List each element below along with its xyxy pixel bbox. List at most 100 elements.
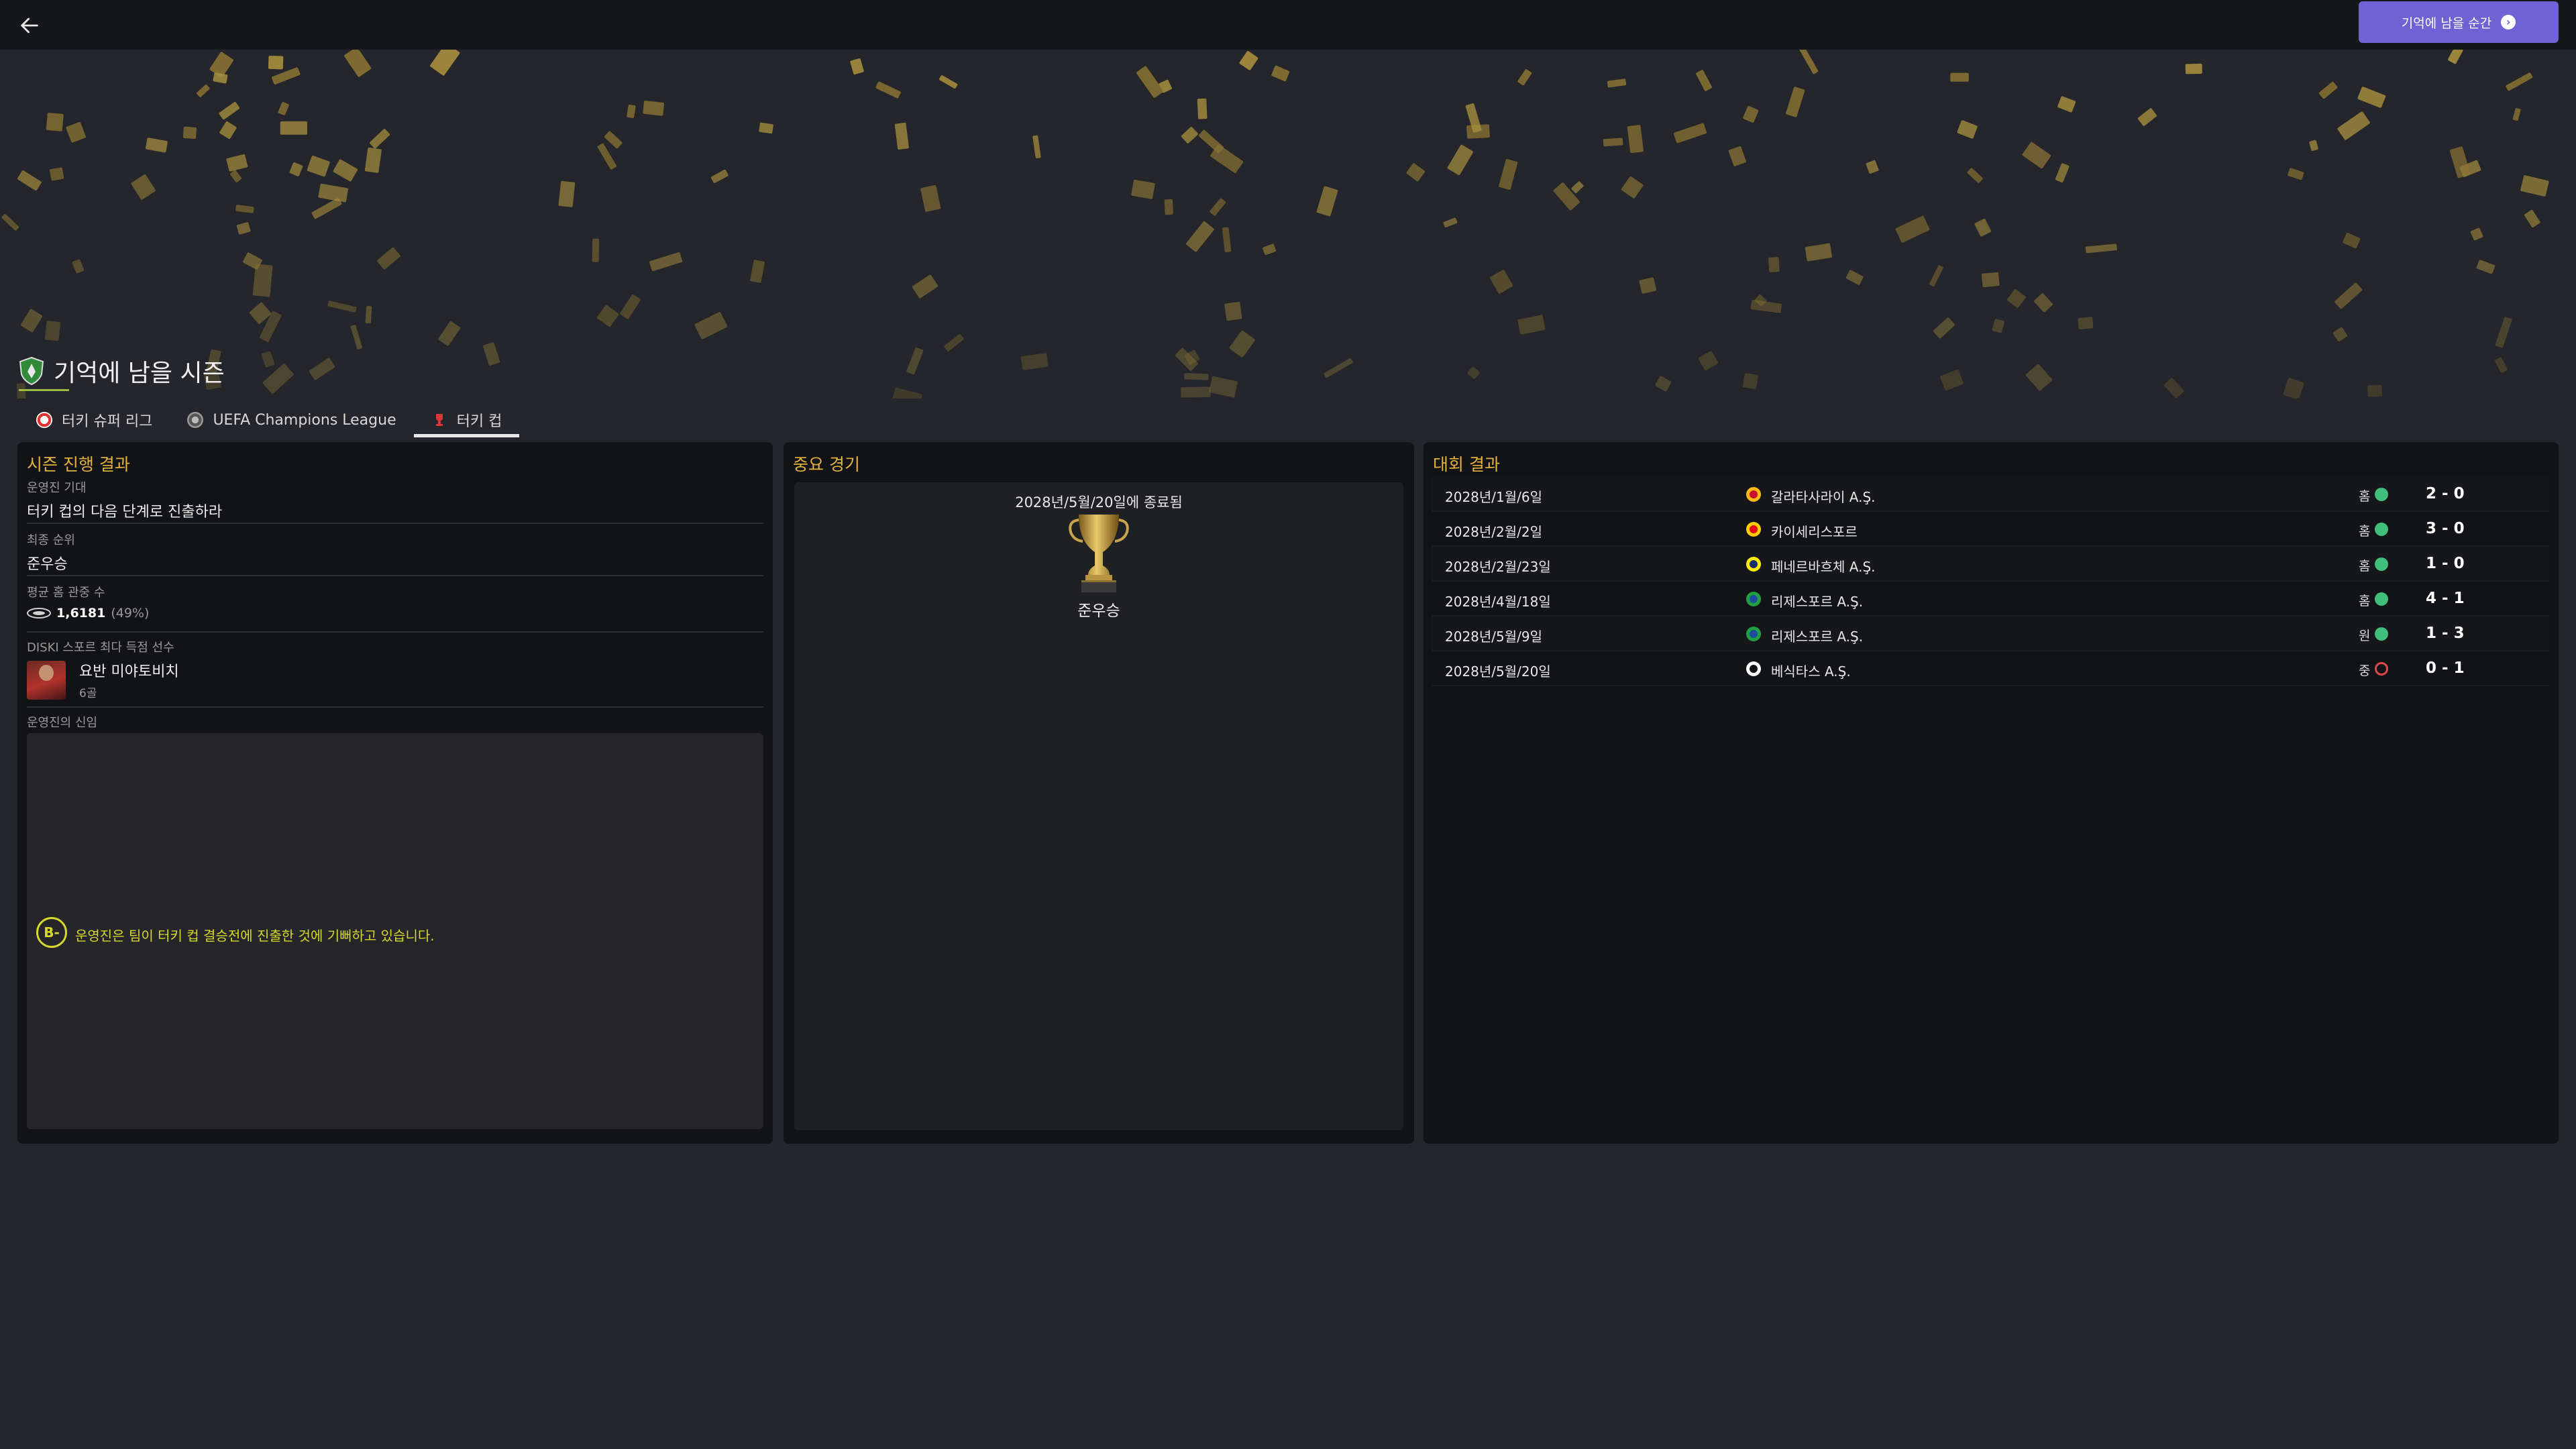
- table-row[interactable]: 2028년/2월/2일 카이세리스포르 홈 3 - 0: [1432, 512, 2549, 547]
- competition-tabs: 터키 슈퍼 리그 UEFA Champions League 터키 컵: [19, 402, 520, 437]
- table-row[interactable]: 2028년/5월/9일 리제스포르 A.Ş. 원 1 - 3: [1432, 616, 2549, 651]
- opponent-name[interactable]: 페네르바흐체 A.Ş.: [1771, 556, 1876, 576]
- confetti-piece: [1263, 244, 1277, 256]
- field-label: 최종 순위: [27, 533, 75, 547]
- confetti-piece: [1728, 146, 1746, 166]
- confetti-piece: [1698, 351, 1719, 371]
- confetti-piece: [944, 333, 964, 352]
- arrow-left-icon: [21, 17, 38, 34]
- confetti-piece: [1447, 144, 1473, 175]
- final-position: 최종 순위 준우승: [27, 531, 763, 574]
- player-photo: [27, 660, 66, 700]
- confetti-piece: [311, 198, 342, 219]
- confetti-piece: [1198, 129, 1224, 154]
- confetti-piece: [261, 351, 275, 368]
- match-venue: 중: [2359, 663, 2371, 678]
- match-score[interactable]: 3 - 0: [2426, 520, 2465, 537]
- board-confidence: 운영진의 신임: [27, 713, 763, 731]
- confetti-piece: [318, 183, 348, 203]
- confetti-background: [0, 50, 2576, 398]
- confetti-piece: [1743, 106, 1759, 123]
- confetti-piece: [268, 56, 284, 70]
- table-row[interactable]: 2028년/4월/18일 리제스포르 A.Ş. 홈 4 - 1: [1432, 582, 2549, 616]
- confetti-piece: [1768, 257, 1780, 272]
- confetti-piece: [17, 170, 42, 191]
- opponent-name[interactable]: 베식타스 A.Ş.: [1771, 661, 1851, 680]
- confetti-piece: [2163, 378, 2184, 398]
- confetti-piece: [1974, 219, 1991, 237]
- confetti-piece: [1210, 198, 1226, 216]
- back-button[interactable]: [15, 12, 44, 39]
- confetti-piece: [1805, 243, 1832, 262]
- table-row[interactable]: 2028년/1월/6일 갈라타사라이 A.Ş. 홈 2 - 0: [1432, 477, 2549, 512]
- confetti-piece: [2283, 378, 2304, 398]
- confetti-piece: [1950, 72, 1969, 82]
- match-score[interactable]: 2 - 0: [2426, 485, 2465, 502]
- confetti-piece: [50, 167, 64, 181]
- confetti-piece: [1175, 347, 1199, 371]
- confetti-piece: [894, 122, 909, 150]
- confetti-piece: [2470, 227, 2483, 241]
- opponent-name[interactable]: 리제스포르 A.Ş.: [1771, 626, 1863, 645]
- confetti-piece: [236, 222, 251, 235]
- opponent-name[interactable]: 갈라타사라이 A.Ş.: [1771, 486, 1876, 506]
- confetti-piece: [1020, 353, 1049, 370]
- player-name[interactable]: 요반 미야토비치: [79, 659, 179, 681]
- board-grade-badge: B-: [36, 917, 67, 948]
- table-row[interactable]: 2028년/5월/20일 베식타스 A.Ş. 중 0 - 1: [1432, 651, 2549, 686]
- match-score[interactable]: 1 - 3: [2426, 625, 2465, 642]
- competition-results-panel: 대회 결과 2028년/1월/6일 갈라타사라이 A.Ş. 홈 2 - 0 2028년/…: [1424, 442, 2559, 1144]
- tab-turkish-cup[interactable]: 터키 컵: [413, 402, 520, 437]
- match-date: 2028년/1월/6일: [1445, 489, 1543, 505]
- confetti-piece: [710, 169, 729, 183]
- top-scorer-row[interactable]: 요반 미야토비치 6골: [27, 659, 763, 700]
- tab-super-lig[interactable]: 터키 슈퍼 리그: [19, 402, 170, 437]
- confetti-piece: [759, 122, 773, 134]
- match-score[interactable]: 0 - 1: [2426, 659, 2465, 677]
- memorable-moments-button[interactable]: 기억에 남을 순간 ›: [2359, 1, 2559, 43]
- divider: [27, 706, 763, 708]
- confetti-piece: [643, 101, 665, 116]
- confetti-piece: [627, 105, 636, 118]
- confetti-piece: [327, 301, 357, 313]
- result-indicator-icon: [2375, 523, 2388, 536]
- confetti-piece: [1603, 138, 1623, 147]
- confetti-piece: [1271, 65, 1290, 82]
- opponent-name[interactable]: 리제스포르 A.Ş.: [1771, 591, 1863, 610]
- confetti-piece: [72, 259, 85, 274]
- attendance-value-row: 1,6181 (49%): [27, 606, 763, 621]
- field-label: 평균 홈 관중 수: [27, 586, 105, 600]
- top-scorer: DISKI 스포르 최다 득점 선수 요반 미야토비치 6골: [27, 638, 763, 700]
- confetti-piece: [1799, 50, 1819, 74]
- season-results-panel: 시즌 진행 결과 운영진 기대 터키 컵의 다음 단계로 진출하라 최종 순위 …: [17, 442, 773, 1144]
- confetti-piece: [2459, 160, 2481, 178]
- match-score[interactable]: 4 - 1: [2426, 590, 2465, 607]
- confetti-piece: [1967, 168, 1983, 183]
- confetti-piece: [1164, 199, 1173, 215]
- team-crest-icon: [1746, 522, 1761, 537]
- confetti-piece: [262, 364, 294, 394]
- tab-champions-league[interactable]: UEFA Champions League: [170, 402, 413, 437]
- result-indicator-icon: [2375, 662, 2388, 676]
- confetti-piece: [2343, 233, 2361, 249]
- confetti-piece: [1517, 315, 1546, 335]
- confetti-piece: [1184, 350, 1200, 365]
- result-indicator-icon: [2375, 592, 2388, 606]
- table-row[interactable]: 2028년/2월/23일 페네르바흐체 A.Ş. 홈 1 - 0: [1432, 547, 2549, 582]
- result-indicator-icon: [2375, 488, 2388, 501]
- confetti-piece: [592, 238, 600, 262]
- match-date: 2028년/2월/2일: [1445, 524, 1543, 540]
- match-venue: 홈: [2359, 489, 2371, 504]
- confetti-piece: [1992, 319, 2005, 333]
- confetti-piece: [1933, 317, 1955, 339]
- match-venue: 홈: [2359, 559, 2371, 574]
- opponent-name[interactable]: 카이세리스포르: [1771, 521, 1858, 541]
- confetti-piece: [1571, 181, 1584, 193]
- confetti-piece: [350, 325, 363, 350]
- match-score[interactable]: 1 - 0: [2426, 555, 2465, 572]
- confetti-piece: [146, 138, 168, 153]
- team-crest-icon: [1746, 487, 1761, 502]
- confetti-piece: [2057, 96, 2076, 113]
- result-indicator-icon: [2375, 557, 2388, 571]
- confetti-piece: [1181, 386, 1211, 398]
